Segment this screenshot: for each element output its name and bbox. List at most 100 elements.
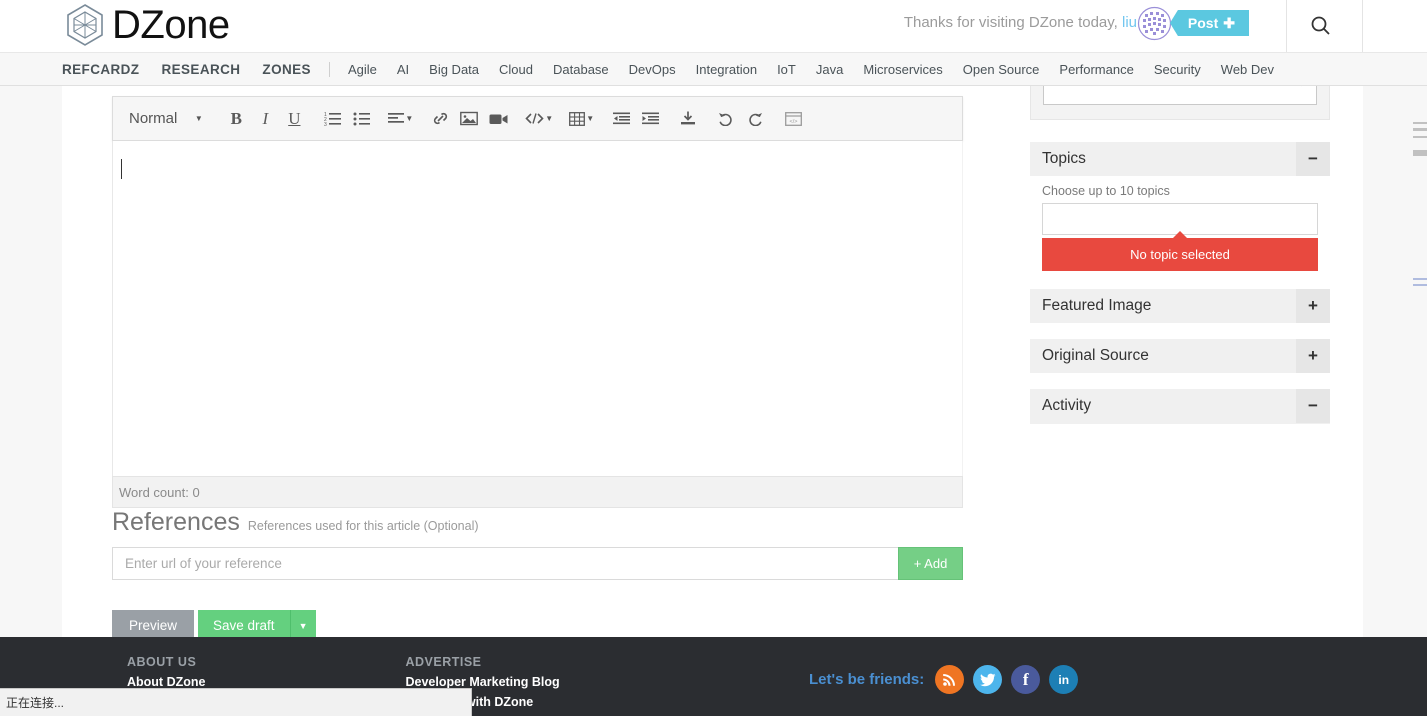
- indent-button[interactable]: [636, 104, 664, 134]
- collapse-icon[interactable]: −: [1296, 142, 1330, 176]
- reference-url-input[interactable]: [112, 547, 898, 580]
- nav-zone-cloud[interactable]: Cloud: [499, 62, 533, 77]
- add-reference-button[interactable]: + Add: [898, 547, 963, 580]
- facebook-icon[interactable]: f: [1011, 665, 1041, 694]
- panel-topics-header[interactable]: Topics −: [1030, 142, 1330, 176]
- list-ol-icon: 1 2 3: [324, 112, 341, 126]
- nav-research[interactable]: RESEARCH: [161, 62, 240, 77]
- plus-icon: ✚: [1223, 15, 1235, 31]
- nav-zone-open-source[interactable]: Open Source: [963, 62, 1040, 77]
- site-logo[interactable]: DZone: [62, 2, 230, 48]
- twitter-icon[interactable]: [973, 665, 1003, 694]
- table-button[interactable]: ▼: [566, 104, 597, 134]
- link-button[interactable]: [426, 104, 454, 134]
- collapse-icon[interactable]: −: [1296, 389, 1330, 423]
- nav-zone-java[interactable]: Java: [816, 62, 843, 77]
- nav-zone-big-data[interactable]: Big Data: [429, 62, 479, 77]
- underline-button[interactable]: U: [280, 104, 308, 134]
- panel-activity-body: [1030, 423, 1330, 443]
- nav-zones[interactable]: ZONES: [262, 62, 311, 77]
- nav-zone-devops[interactable]: DevOps: [629, 62, 676, 77]
- outdent-button[interactable]: [607, 104, 635, 134]
- post-button[interactable]: Post ✚: [1169, 10, 1249, 36]
- bullet-list-button[interactable]: [347, 104, 375, 134]
- expand-icon[interactable]: +: [1296, 339, 1330, 373]
- linkedin-icon[interactable]: in: [1049, 665, 1079, 694]
- references-header: References References used for this arti…: [112, 508, 963, 537]
- undo-icon: [719, 113, 732, 126]
- nav-inner: REFCARDZ RESEARCH ZONES Agile AI Big Dat…: [62, 53, 1294, 86]
- editor-content-area[interactable]: [112, 141, 963, 476]
- italic-button[interactable]: I: [251, 104, 279, 134]
- code-button[interactable]: ▼: [522, 104, 556, 134]
- search-button[interactable]: [1303, 8, 1339, 44]
- nav-zone-security[interactable]: Security: [1154, 62, 1201, 77]
- list-ul-icon: [353, 112, 370, 126]
- format-dropdown-button[interactable]: ▼: [184, 104, 212, 134]
- footer-link-dev-marketing-blog[interactable]: Developer Marketing Blog: [405, 675, 559, 689]
- rss-icon[interactable]: [935, 665, 965, 694]
- ordered-list-button[interactable]: 1 2 3: [318, 104, 346, 134]
- redo-icon: [749, 113, 763, 126]
- video-icon: [489, 114, 508, 124]
- download-icon: [681, 111, 696, 125]
- image-icon: [460, 111, 479, 126]
- references-title: References: [112, 508, 240, 536]
- table-icon: [569, 111, 586, 126]
- post-button-label: Post: [1187, 15, 1219, 31]
- word-count-bar: Word count: 0: [112, 476, 963, 508]
- footer-heading-about: ABOUT US: [127, 655, 197, 669]
- expand-icon[interactable]: +: [1296, 289, 1330, 323]
- svg-text:3: 3: [324, 122, 327, 126]
- browser-status-text: 正在连接...: [6, 696, 65, 710]
- nav-zone-agile[interactable]: Agile: [348, 62, 377, 77]
- redo-button[interactable]: [741, 104, 769, 134]
- footer-link-about-dzone[interactable]: About DZone: [127, 675, 205, 689]
- align-left-icon: [388, 113, 405, 123]
- nav-zone-web-dev[interactable]: Web Dev: [1221, 62, 1274, 77]
- nav-divider: [328, 62, 330, 77]
- browser-status-bar: 正在连接...: [0, 688, 472, 716]
- username-link[interactable]: liu: [1122, 14, 1137, 31]
- panel-topics: Topics − Choose up to 10 topics No topic…: [1030, 142, 1330, 273]
- import-button[interactable]: [674, 104, 702, 134]
- main-navigation: REFCARDZ RESEARCH ZONES Agile AI Big Dat…: [0, 52, 1427, 86]
- greeting-text: Thanks for visiting DZone today, liu: [904, 14, 1137, 31]
- panel-original-source-header[interactable]: Original Source +: [1030, 339, 1330, 373]
- indent-icon: [641, 112, 659, 125]
- footer-heading-advertise: ADVERTISE: [405, 655, 482, 669]
- panel-featured-image-title: Featured Image: [1042, 297, 1152, 314]
- format-dropdown-label[interactable]: Normal: [119, 110, 183, 127]
- nav-zone-iot[interactable]: IoT: [777, 62, 796, 77]
- references-section: References References used for this arti…: [112, 508, 963, 641]
- nav-zone-microservices[interactable]: Microservices: [863, 62, 942, 77]
- source-button[interactable]: </>: [779, 104, 807, 134]
- panel-featured-image-header[interactable]: Featured Image +: [1030, 289, 1330, 323]
- topics-error-tooltip: No topic selected: [1042, 231, 1318, 271]
- text-cursor: [121, 159, 122, 179]
- align-button[interactable]: ▼: [385, 104, 416, 134]
- panel-original-source-title: Original Source: [1042, 347, 1149, 364]
- video-button[interactable]: [484, 104, 512, 134]
- edge-fragment: [1413, 122, 1427, 124]
- code-icon: [525, 113, 544, 124]
- panel-topics-title: Topics: [1042, 150, 1086, 167]
- html-source-icon: </>: [784, 111, 802, 126]
- site-header: DZone Thanks for visiting DZone today, l…: [0, 0, 1427, 52]
- right-gutter: [1363, 0, 1427, 716]
- friends-label: Let's be friends:: [809, 671, 925, 688]
- avatar[interactable]: [1137, 6, 1172, 41]
- panel-activity-header[interactable]: Activity −: [1030, 389, 1330, 423]
- panel-original-source: Original Source +: [1030, 339, 1330, 373]
- nav-zone-integration[interactable]: Integration: [696, 62, 757, 77]
- bold-button[interactable]: B: [222, 104, 250, 134]
- image-button[interactable]: [455, 104, 483, 134]
- panel-activity-title: Activity: [1042, 397, 1092, 414]
- nav-zone-performance[interactable]: Performance: [1059, 62, 1133, 77]
- nav-refcardz[interactable]: REFCARDZ: [62, 62, 139, 77]
- greeting-message: Thanks for visiting DZone today,: [903, 14, 1118, 31]
- nav-zone-ai[interactable]: AI: [397, 62, 409, 77]
- edge-fragment: [1413, 284, 1427, 286]
- undo-button[interactable]: [712, 104, 740, 134]
- nav-zone-database[interactable]: Database: [553, 62, 609, 77]
